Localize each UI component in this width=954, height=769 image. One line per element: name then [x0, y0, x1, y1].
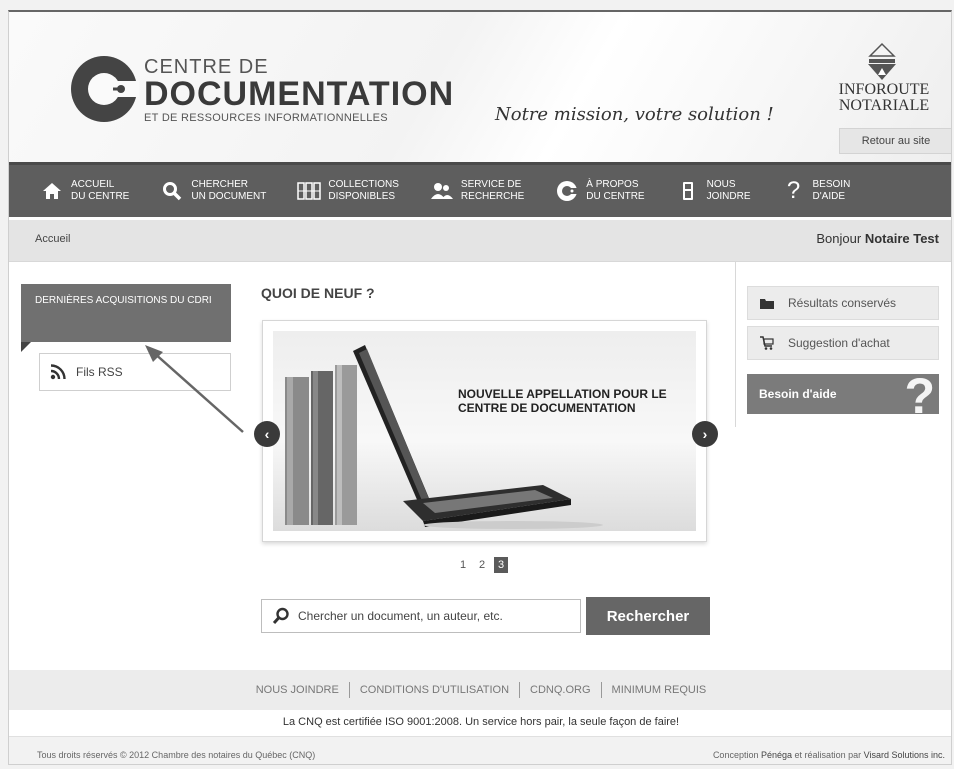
nav-about-line2: DU CENTRE [586, 191, 645, 202]
certification-text: La CNQ est certifiée ISO 9001:2008. Un s… [282, 716, 680, 728]
search-icon [159, 178, 185, 204]
cart-icon [760, 336, 774, 350]
bottom-bar: Tous droits réservés © 2012 Chambre des … [9, 736, 951, 764]
nav-contact-line2: JOINDRE [706, 191, 751, 202]
help-label: Besoin d'aide [759, 387, 837, 401]
carousel-slide[interactable]: NOUVELLE APPELLATION POUR LE CENTRE DE D… [273, 331, 696, 531]
scales-icon [868, 42, 896, 80]
credits: Conception Pénéga et réalisation par Vis… [713, 750, 945, 760]
nav-research-line1: SERVICE DE [460, 179, 522, 190]
partner-line2: NOTARIALE [838, 97, 930, 114]
cdri-logo-icon[interactable] [69, 54, 139, 124]
search-input[interactable] [298, 609, 568, 623]
user-greeting: Bonjour Notaire Test [816, 231, 939, 246]
help-box[interactable]: Besoin d'aide ? [747, 374, 939, 414]
pager-page-1[interactable]: 1 [456, 557, 470, 573]
nav-item-about[interactable]: À PROPOS DU CENTRE [524, 165, 645, 217]
phone-icon [675, 178, 701, 204]
books-icon [296, 178, 322, 204]
footer-link-contact[interactable]: NOUS JOINDRE [246, 684, 349, 696]
nav-search-line1: CHERCHER [191, 179, 249, 190]
nav-item-search[interactable]: CHERCHER UN DOCUMENT [129, 165, 266, 217]
slogan: Notre mission, votre solution ! [495, 104, 774, 125]
pager-page-2[interactable]: 2 [475, 557, 489, 573]
nav-item-home[interactable]: ACCUEIL DU CENTRE [9, 165, 129, 217]
nav-home-line1: ACCUEIL [71, 179, 115, 190]
purchase-suggestion-link[interactable]: Suggestion d'achat [747, 326, 939, 360]
breadcrumb-home[interactable]: Accueil [35, 233, 70, 245]
news-carousel[interactable]: NOUVELLE APPELLATION POUR LE CENTRE DE D… [262, 320, 707, 542]
nav-about-line1: À PROPOS [586, 179, 639, 190]
home-icon [39, 178, 65, 204]
nav-item-collections[interactable]: COLLECTIONS DISPONIBLES [266, 165, 399, 217]
laptop-books-image [285, 345, 603, 529]
nav-collections-line2: DISPONIBLES [328, 191, 396, 202]
footer-link-cdnq[interactable]: CDNQ.ORG [520, 684, 601, 696]
latest-acquisitions-heading[interactable]: DERNIÈRES ACQUISITIONS DU CDRI [21, 284, 231, 352]
breadcrumb-bar: Accueil Bonjour Notaire Test [9, 220, 951, 262]
logo-line2: DOCUMENTATION [144, 75, 455, 113]
partner-line1: INFOROUTE [838, 81, 930, 98]
site-header: CENTRE DE DOCUMENTATION ET DE RESSOURCES… [9, 12, 951, 162]
greeting-prefix: Bonjour [816, 231, 862, 246]
nav-item-help[interactable]: ? BESOIN D'AIDE [751, 165, 851, 217]
credit-dev-link[interactable]: Visard Solutions inc. [864, 750, 945, 760]
main-nav: ACCUEIL DU CENTRE CHERCHER UN DOCUMENT C… [9, 162, 951, 217]
annotation-arrow-icon [145, 345, 244, 433]
saved-results-label: Résultats conservés [788, 296, 897, 310]
logo-line3: ET DE RESSOURCES INFORMATIONNELLES [144, 112, 388, 124]
nav-item-contact[interactable]: NOUS JOINDRE [645, 165, 751, 217]
nav-research-line2: RECHERCHE [460, 191, 525, 202]
search-magnifier-icon [272, 607, 289, 625]
question-icon: ? [786, 177, 801, 204]
pager-page-3[interactable]: 3 [494, 557, 508, 573]
purchase-suggestion-label: Suggestion d'achat [788, 336, 890, 350]
c-logo-icon [554, 178, 580, 204]
credit-prefix: Conception [712, 750, 759, 760]
rss-icon [50, 364, 66, 380]
logo-line1: CENTRE DE [144, 56, 269, 78]
rss-label: Fils RSS [76, 365, 123, 379]
slide-headline[interactable]: NOUVELLE APPELLATION POUR LE CENTRE DE D… [458, 387, 696, 415]
saved-results-link[interactable]: Résultats conservés [747, 286, 939, 320]
logo-wordmark[interactable]: CENTRE DE DOCUMENTATION ET DE RESSOURCES… [144, 57, 454, 125]
footer-link-terms[interactable]: CONDITIONS D'UTILISATION [350, 684, 519, 696]
nav-help-line1: BESOIN [812, 179, 851, 190]
footer-link-requirements[interactable]: MINIMUM REQUIS [602, 684, 717, 696]
nav-item-research-service[interactable]: SERVICE DE RECHERCHE [399, 165, 524, 217]
people-icon [429, 178, 455, 204]
credit-middle: et réalisation par [794, 750, 862, 760]
user-name: Notaire Test [864, 231, 939, 246]
credit-design-link[interactable]: Pénéga [761, 750, 792, 760]
nav-contact-line1: NOUS [706, 179, 736, 190]
nav-home-line2: DU CENTRE [71, 191, 130, 202]
help-question-icon: ? [904, 374, 935, 414]
search-button[interactable]: Rechercher [586, 597, 710, 635]
carousel-prev-button[interactable]: ‹ [254, 421, 280, 447]
nav-collections-line1: COLLECTIONS [328, 179, 399, 190]
partner-logo[interactable]: INFOROUTE NOTARIALE [819, 82, 949, 114]
carousel-pager: 1 2 3 [456, 557, 508, 573]
news-title: QUOI DE NEUF ? [261, 285, 375, 301]
carousel-next-button[interactable]: › [692, 421, 718, 447]
back-to-site-button[interactable]: Retour au site [839, 128, 951, 154]
nav-help-line2: D'AIDE [812, 191, 845, 202]
nav-search-line2: UN DOCUMENT [191, 191, 267, 202]
copyright-text: Tous droits réservés © 2012 Chambre des … [37, 750, 316, 760]
folder-icon [760, 299, 774, 309]
page-frame: CENTRE DE DOCUMENTATION ET DE RESSOURCES… [8, 10, 952, 765]
footer-links: NOUS JOINDRE CONDITIONS D'UTILISATION CD… [9, 670, 951, 710]
search-field[interactable] [261, 599, 581, 633]
